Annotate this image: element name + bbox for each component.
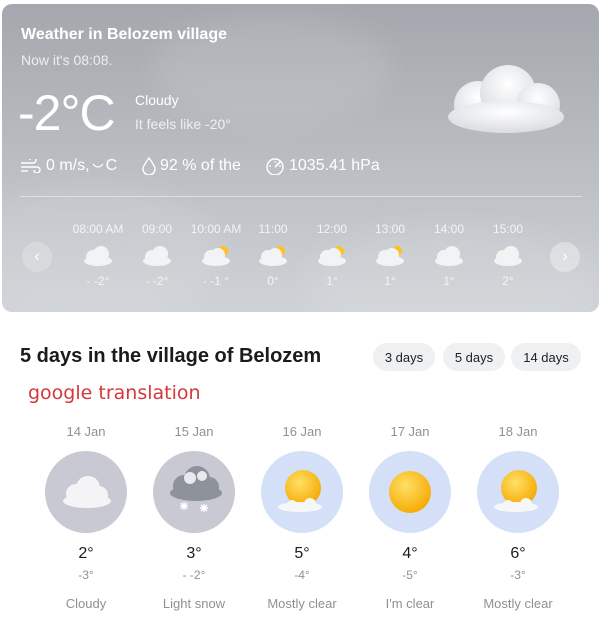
day-icon-circle — [45, 451, 127, 533]
partly-cloudy-icon — [259, 246, 287, 266]
current-temperature: -2°C — [18, 85, 116, 141]
current-condition: Cloudy — [135, 92, 179, 108]
day-date: 17 Jan — [390, 424, 430, 439]
hour-time: 09:00 — [141, 222, 173, 236]
forecast-card: 5 days in the village of Belozem 3 days … — [2, 320, 599, 638]
chevron-left-icon: ‹ — [34, 248, 40, 265]
hourly-item: 13:00 1° — [360, 222, 420, 288]
partly-cloudy-icon — [202, 246, 230, 266]
day-low: -5° — [402, 568, 418, 582]
current-weather-card: Weather in Belozem village Now it's 08:0… — [2, 4, 599, 312]
forecast-day: 14 Jan 2° -3° Cloudy — [31, 424, 141, 611]
hourly-item: 11:00 0° — [243, 222, 303, 288]
hourly-prev-button[interactable]: ‹ — [22, 242, 52, 272]
day-description: Mostly clear — [483, 596, 553, 611]
day-high: 5° — [294, 545, 310, 562]
cloud-icon — [143, 246, 171, 266]
forecast-day: 17 Jan 4° -5° I'm clear — [355, 424, 465, 611]
hour-temp: - -1 ° — [202, 274, 230, 288]
droplet-icon — [142, 157, 156, 175]
hour-temp: 1° — [443, 274, 455, 288]
hour-temp: 1° — [326, 274, 338, 288]
gauge-icon — [266, 158, 284, 175]
hourly-item: 08:00 AM - -2° — [68, 222, 128, 288]
hour-temp: 1° — [384, 274, 396, 288]
day-description: Cloudy — [65, 596, 107, 611]
hour-time: 14:00 — [433, 222, 465, 236]
hour-temp: - -2° — [145, 274, 169, 288]
day-date: 15 Jan — [174, 424, 214, 439]
wind-icon — [21, 159, 41, 173]
pressure-value: 1035.41 hPa — [289, 157, 380, 174]
forecast-day: 18 Jan 6° -3° Mostly clear — [463, 424, 573, 611]
day-low: - -2° — [182, 568, 206, 582]
cloud-icon — [494, 246, 522, 266]
humidity-stat: 92 % of the — [142, 157, 241, 175]
range-3-days-button[interactable]: 3 days — [373, 343, 435, 371]
hourly-item: 12:00 1° — [302, 222, 362, 288]
hourly-item: 14:00 1° — [419, 222, 479, 288]
hour-temp: - -2° — [86, 274, 110, 288]
day-date: 16 Jan — [282, 424, 322, 439]
page-title: Weather in Belozem village — [21, 26, 227, 43]
humidity-value: 92 % of the — [160, 157, 241, 174]
hourly-next-button[interactable]: › — [550, 242, 580, 272]
partly-cloudy-icon — [318, 246, 346, 266]
day-high: 4° — [402, 545, 418, 562]
hour-time: 15:00 — [492, 222, 524, 236]
chevron-right-icon: › — [562, 248, 568, 265]
day-icon-circle — [477, 451, 559, 533]
cloud-icon — [84, 246, 112, 266]
day-date: 18 Jan — [498, 424, 538, 439]
day-icon-circle — [369, 451, 451, 533]
hour-time: 12:00 — [316, 222, 348, 236]
day-high: 3° — [186, 545, 202, 562]
feels-like: It feels like -20° — [135, 116, 231, 132]
day-low: -4° — [294, 568, 310, 582]
hourly-item: 15:00 2° — [478, 222, 538, 288]
sun-icon — [389, 471, 431, 513]
day-low: -3° — [510, 568, 526, 582]
forecast-day: 15 Jan 3° - -2° Light snow — [139, 424, 249, 611]
translation-note: google translation — [28, 382, 201, 404]
cloud-icon — [448, 65, 564, 133]
day-date: 14 Jan — [66, 424, 106, 439]
day-description: Light snow — [162, 596, 226, 611]
hour-time: 11:00 — [258, 222, 288, 236]
hour-time: 13:00 — [374, 222, 406, 236]
hourly-item: 09:00 - -2° — [127, 222, 187, 288]
sun-cloud-icon — [494, 470, 538, 512]
sun-cloud-icon — [278, 470, 322, 512]
day-icon-circle — [153, 451, 235, 533]
day-description: Mostly clear — [267, 596, 337, 611]
day-high: 6° — [510, 545, 526, 562]
wind-direction-icon — [92, 163, 104, 168]
forecast-title: 5 days in the village of Belozem — [20, 345, 322, 367]
hour-time: 08:00 AM — [72, 222, 124, 236]
hourly-item: 10:00 AM - -1 ° — [186, 222, 246, 288]
forecast-day: 16 Jan 5° -4° Mostly clear — [247, 424, 357, 611]
snow-cloud-icon — [170, 466, 222, 512]
wind-stat: 0 m/s, C — [20, 157, 117, 175]
day-high: 2° — [78, 545, 94, 562]
hour-temp: 0° — [267, 274, 279, 288]
wind-direction: C — [105, 157, 118, 174]
current-time: Now it's 08:08. — [21, 52, 113, 68]
day-icon-circle — [261, 451, 343, 533]
day-low: -3° — [78, 568, 94, 582]
pressure-stat: 1035.41 hPa — [265, 157, 380, 175]
cloud-icon — [435, 246, 463, 266]
range-14-days-button[interactable]: 14 days — [511, 343, 581, 371]
day-description: I'm clear — [385, 596, 435, 611]
hour-time: 10:00 AM — [190, 222, 242, 236]
divider — [20, 196, 582, 197]
range-5-days-button[interactable]: 5 days — [443, 343, 505, 371]
hour-temp: 2° — [502, 274, 514, 288]
wind-speed: 0 m/s, — [46, 157, 90, 174]
partly-cloudy-icon — [376, 246, 404, 266]
cloud-icon — [63, 476, 111, 508]
